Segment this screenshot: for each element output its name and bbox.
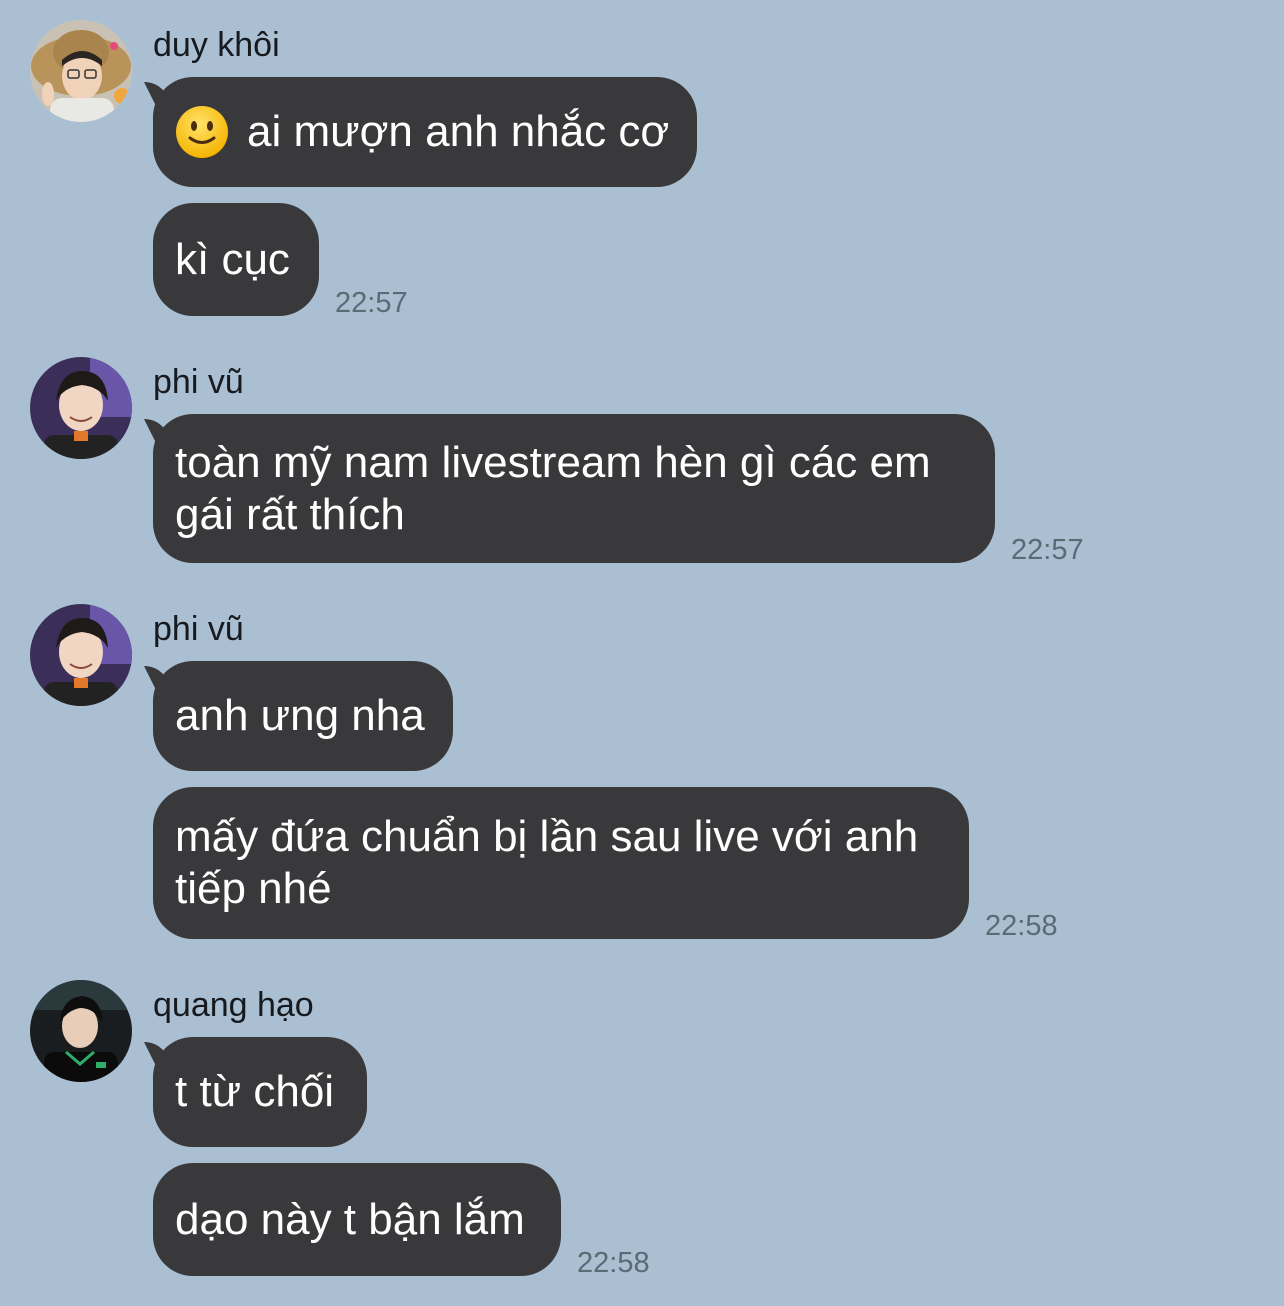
sender-name: phi vũ — [153, 610, 244, 648]
message-text: toàn mỹ nam livestream hèn gì các em gái… — [175, 437, 931, 539]
avatar-duy-khoi[interactable] — [30, 20, 132, 122]
message-bubble[interactable]: t từ chối — [153, 1037, 367, 1147]
message-text: anh ưng nha — [175, 691, 425, 740]
sender-name: duy khôi — [153, 26, 280, 64]
message-text: t từ chối — [175, 1067, 335, 1116]
avatar-phi-vu-icon — [30, 357, 132, 459]
avatar-quang-hao[interactable] — [30, 980, 132, 1082]
avatar-phi-vu[interactable] — [30, 604, 132, 706]
message-timestamp: 22:58 — [985, 910, 1058, 942]
message-text: ai mượn anh nhắc cơ — [247, 107, 670, 156]
message-text: dạo này t bận lắm — [175, 1194, 525, 1244]
sender-name: quang hạo — [153, 986, 314, 1024]
message-timestamp: 22:57 — [1011, 534, 1084, 566]
message-bubble[interactable]: kì cục — [153, 203, 319, 316]
message-bubble[interactable]: anh ưng nha — [153, 661, 453, 771]
message-bubble[interactable]: mấy đứa chuẩn bị lần sau live với anh ti… — [153, 787, 969, 939]
avatar-duy-khoi-icon — [30, 20, 132, 122]
message-bubble[interactable]: dạo này t bận lắm — [153, 1163, 561, 1276]
message-bubble[interactable]: toàn mỹ nam livestream hèn gì các em gái… — [153, 414, 995, 563]
avatar-quang-hao-icon — [30, 980, 132, 1082]
sender-name: phi vũ — [153, 363, 244, 401]
message-bubble[interactable]: ai mượn anh nhắc cơ — [153, 77, 697, 187]
message-text: mấy đứa chuẩn bị lần sau live với anh ti… — [175, 812, 919, 913]
slightly-smiling-face-icon — [176, 106, 228, 158]
message-text: kì cục — [175, 234, 290, 284]
message-timestamp: 22:57 — [335, 287, 408, 319]
avatar-phi-vu-icon — [30, 604, 132, 706]
message-timestamp: 22:58 — [577, 1247, 650, 1279]
avatar-phi-vu[interactable] — [30, 357, 132, 459]
